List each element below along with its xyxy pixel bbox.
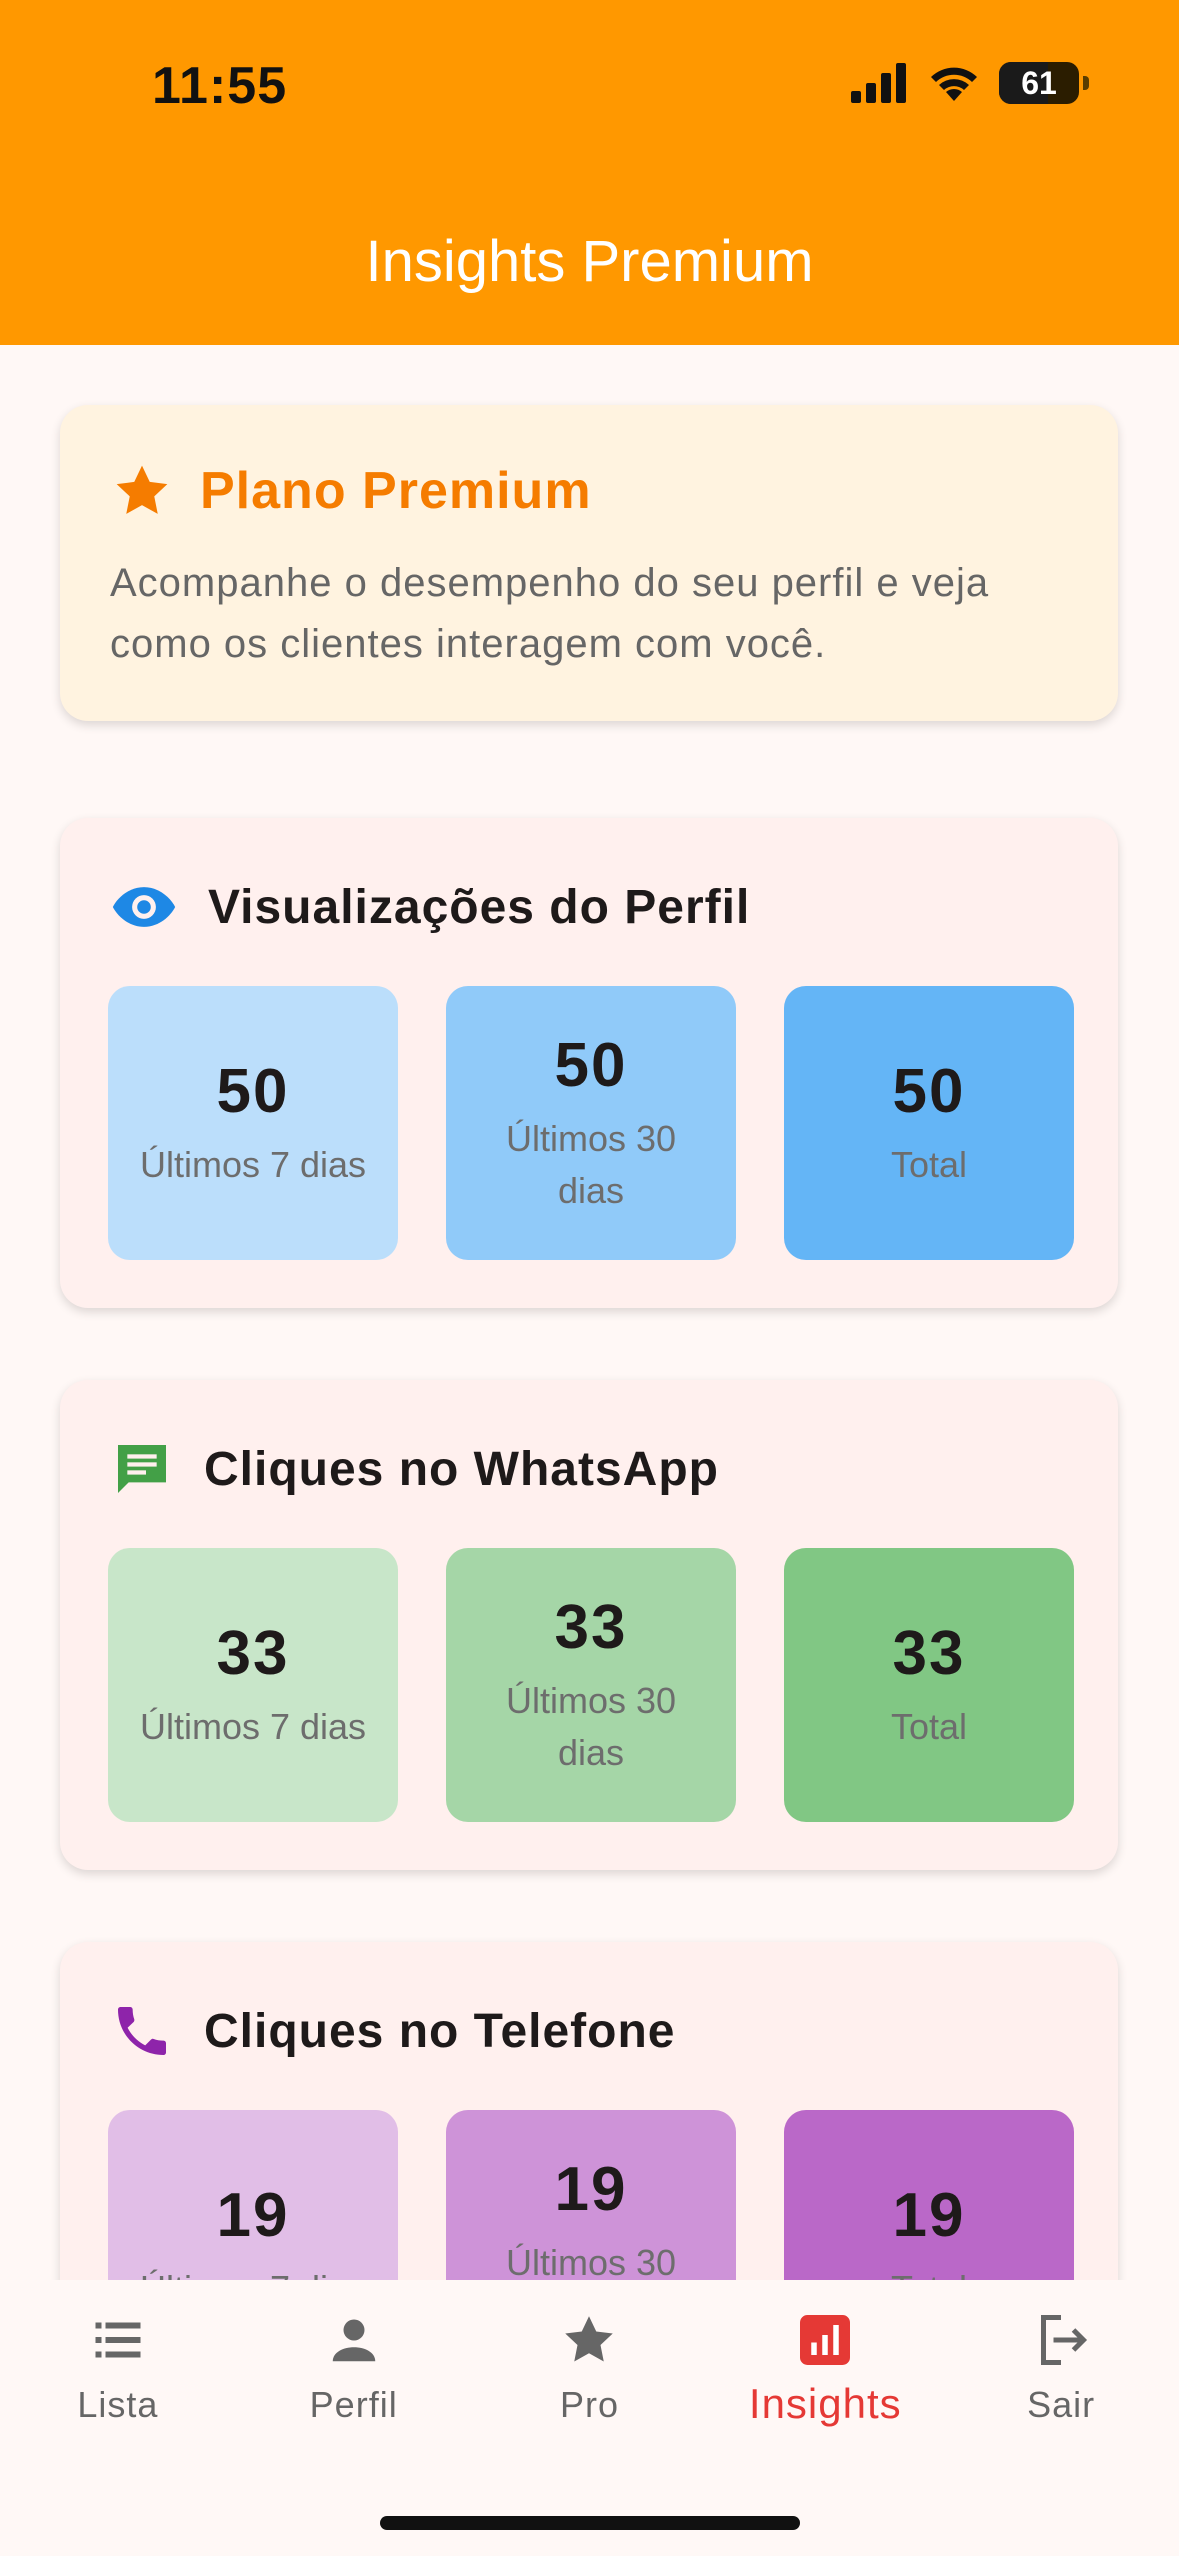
premium-description: Acompanhe o desempenho do seu perfil e v…: [110, 561, 990, 666]
chat-icon: [118, 1445, 166, 1493]
metric-value: 19: [554, 2154, 628, 2224]
nav-item-sair[interactable]: Sair: [943, 2310, 1179, 2428]
metric-value: 50: [554, 1030, 628, 1100]
metric-value: 19: [892, 2180, 966, 2250]
metric-tile-total: 50 Total: [784, 986, 1074, 1260]
metric-tile-30d: 33 Últimos 30 dias: [446, 1548, 736, 1822]
page-title: Insights Premium: [365, 229, 814, 294]
nav-item-lista[interactable]: Lista: [0, 2310, 236, 2428]
status-icons: 61: [851, 62, 1089, 104]
metric-tile-7d: 33 Últimos 7 dias: [108, 1548, 398, 1822]
nav-label: Perfil: [309, 2384, 398, 2425]
content-scroll[interactable]: Plano Premium Acompanhe o desempenho do …: [0, 345, 1179, 2280]
star-icon: [565, 2316, 614, 2362]
metric-tiles: 19 Últimos 7 dias 19 Últimos 30 dias 19 …: [108, 2110, 1074, 2280]
eye-icon: [112, 887, 176, 927]
section-title: Cliques no WhatsApp: [204, 1442, 719, 1496]
phone-clicks-card: Cliques no Telefone 19 Últimos 7 dias 19…: [60, 1942, 1118, 2280]
person-icon: [332, 2319, 375, 2362]
nav-label: Pro: [559, 2384, 619, 2425]
nav-item-perfil[interactable]: Perfil: [236, 2310, 472, 2428]
metric-tile-total: 33 Total: [784, 1548, 1074, 1822]
nav-item-insights[interactable]: Insights: [707, 2310, 943, 2428]
wifi-icon: [931, 67, 977, 101]
metric-tile-7d: 19 Últimos 7 dias: [108, 2110, 398, 2280]
metric-tile-30d: 19 Últimos 30 dias: [446, 2110, 736, 2280]
app-header: 11:55 61 Insights Premium: [0, 0, 1179, 345]
logout-icon: [1041, 2315, 1088, 2365]
section-title: Cliques no Telefone: [204, 2004, 676, 2058]
insights-icon: [800, 2315, 851, 2365]
star-icon: [116, 465, 168, 514]
metric-value: 50: [892, 1056, 966, 1126]
metric-value: 33: [892, 1618, 966, 1688]
battery-level: 61: [1021, 64, 1057, 101]
status-time: 11:55: [152, 57, 288, 115]
home-indicator[interactable]: [380, 2516, 800, 2530]
metric-label: Últimos 7 dias: [139, 1705, 367, 1747]
metric-label: Últimos 30 dias: [505, 2241, 677, 2281]
phone-icon: [118, 2007, 166, 2055]
bottom-navigation: Lista Perfil Pro Insights Sair: [0, 2280, 1179, 2556]
nav-label: Lista: [77, 2384, 159, 2425]
metric-label: Últimos 7 dias: [110, 2263, 396, 2281]
list-icon: [95, 2322, 141, 2358]
metric-label: Total: [890, 1143, 968, 1185]
premium-card: Plano Premium Acompanhe o desempenho do …: [60, 405, 1118, 721]
premium-title: Plano Premium: [200, 462, 592, 520]
metric-value: 50: [216, 1056, 290, 1126]
metric-value: 19: [216, 2180, 290, 2250]
metric-label: Total: [861, 2263, 997, 2281]
battery-icon: 61: [999, 62, 1089, 104]
nav-label: Sair: [1027, 2384, 1096, 2425]
profile-views-card: Visualizações do Perfil 50 Últimos 7 dia…: [60, 818, 1118, 1308]
metric-label: Total: [890, 1705, 968, 1747]
whatsapp-clicks-card: Cliques no WhatsApp 33 Últimos 7 dias 33…: [60, 1380, 1118, 1870]
signal-icon: [851, 63, 906, 103]
metric-label: Últimos 30 dias: [505, 1679, 677, 1773]
metric-value: 33: [216, 1618, 290, 1688]
metric-value: 33: [554, 1592, 628, 1662]
insights-screen: 11:55 61 Insights Premium Plano Premium …: [0, 0, 1179, 2556]
metric-tiles: 33 Últimos 7 dias 33 Últimos 30 dias 33 …: [108, 1548, 1074, 1822]
metric-tile-total: 19 Total: [784, 2110, 1074, 2280]
metric-label: Últimos 30 dias: [505, 1117, 677, 1211]
nav-label: Insights: [748, 2380, 902, 2427]
metric-label: Últimos 7 dias: [139, 1143, 367, 1185]
metric-tile-7d: 50 Últimos 7 dias: [108, 986, 398, 1260]
nav-item-pro[interactable]: Pro: [472, 2310, 708, 2428]
section-title: Visualizações do Perfil: [208, 880, 751, 934]
metric-tiles: 50 Últimos 7 dias 50 Últimos 30 dias 50 …: [108, 986, 1074, 1260]
metric-tile-30d: 50 Últimos 30 dias: [446, 986, 736, 1260]
